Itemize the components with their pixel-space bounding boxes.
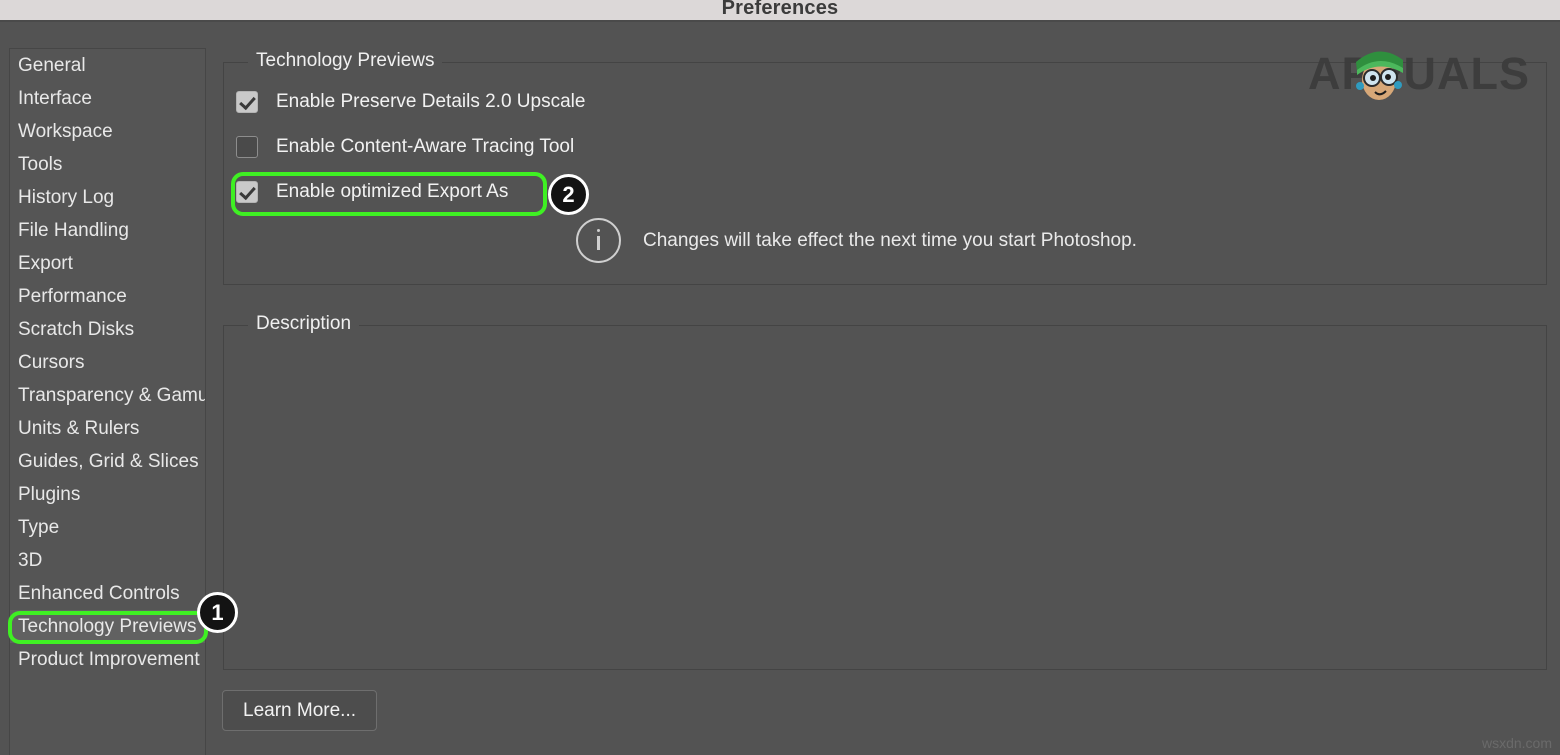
sidebar-item-units-rulers[interactable]: Units & Rulers: [10, 412, 205, 445]
sidebar-item-cursors[interactable]: Cursors: [10, 346, 205, 379]
checkbox-label: Enable Preserve Details 2.0 Upscale: [276, 91, 586, 112]
sidebar-item-technology-previews[interactable]: Technology Previews: [10, 610, 205, 643]
sidebar-item-type[interactable]: Type: [10, 511, 205, 544]
sidebar-item-label: Technology Previews: [18, 616, 197, 637]
restart-notice-text: Changes will take effect the next time y…: [643, 229, 1137, 251]
window-title: Preferences: [721, 0, 839, 19]
description-group-label: Description: [248, 313, 360, 335]
sidebar-item-scratch-disks[interactable]: Scratch Disks: [10, 313, 205, 346]
sidebar-item-history-log[interactable]: History Log: [10, 181, 205, 214]
checkbox-enable-optimized-export-as[interactable]: Enable optimized Export As: [236, 177, 508, 207]
sidebar-item-label: Interface: [18, 88, 92, 109]
sidebar-item-label: Product Improvement: [18, 649, 200, 670]
sidebar-item-plugins[interactable]: Plugins: [10, 478, 205, 511]
checkbox-checked-icon[interactable]: [236, 91, 258, 113]
checkbox-enable-content-aware-tracing-tool[interactable]: Enable Content-Aware Tracing Tool: [236, 132, 574, 162]
sidebar-item-export[interactable]: Export: [10, 247, 205, 280]
info-circle-icon: [576, 218, 621, 263]
restart-notice: Changes will take effect the next time y…: [576, 218, 1137, 263]
annotation-badge-1: 1: [197, 592, 238, 633]
sidebar-item-interface[interactable]: Interface: [10, 82, 205, 115]
sidebar-item-performance[interactable]: Performance: [10, 280, 205, 313]
sidebar-item-label: Tools: [18, 154, 63, 175]
sidebar-item-label: Plugins: [18, 484, 81, 505]
sidebar-item-label: Transparency & Gamut: [18, 385, 206, 406]
sidebar-item-3d[interactable]: 3D: [10, 544, 205, 577]
checkbox-label: Enable Content-Aware Tracing Tool: [276, 136, 575, 157]
sidebar-item-product-improvement[interactable]: Product Improvement: [10, 643, 205, 676]
sidebar-item-label: Enhanced Controls: [18, 583, 180, 604]
sidebar-item-label: File Handling: [18, 220, 129, 241]
checkbox-unchecked-icon[interactable]: [236, 136, 258, 158]
preferences-window: Preferences General Interface Workspace Too…: [0, 0, 1560, 755]
sidebar-item-label: General: [18, 55, 86, 76]
sidebar-item-label: History Log: [18, 187, 115, 208]
sidebar-item-guides-grid-slices[interactable]: Guides, Grid & Slices: [10, 445, 205, 478]
site-watermark: wsxdn.com: [1481, 735, 1552, 751]
sidebar-item-label: Cursors: [18, 352, 85, 373]
sidebar-item-enhanced-controls[interactable]: Enhanced Controls: [10, 577, 205, 610]
sidebar-item-workspace[interactable]: Workspace: [10, 115, 205, 148]
window-titlebar: Preferences: [0, 0, 1560, 22]
sidebar-item-label: Type: [18, 517, 60, 538]
sidebar-item-label: Units & Rulers: [18, 418, 140, 439]
sidebar-item-label: 3D: [18, 550, 43, 571]
description-group: Description: [223, 313, 1547, 670]
sidebar-item-label: Scratch Disks: [18, 319, 135, 340]
sidebar-item-transparency-gamut[interactable]: Transparency & Gamut: [10, 379, 205, 412]
checkbox-enable-preserve-details-upscale[interactable]: Enable Preserve Details 2.0 Upscale: [236, 87, 585, 117]
sidebar-item-file-handling[interactable]: File Handling: [10, 214, 205, 247]
technology-previews-group-label: Technology Previews: [248, 50, 443, 72]
sidebar-item-label: Workspace: [18, 121, 113, 142]
sidebar-item-label: Guides, Grid & Slices: [18, 451, 199, 472]
sidebar-item-label: Export: [18, 253, 73, 274]
preferences-category-list[interactable]: General Interface Workspace Tools History Lo…: [9, 48, 206, 755]
sidebar-item-label: Performance: [18, 286, 127, 307]
annotation-badge-2: 2: [548, 174, 589, 215]
learn-more-button[interactable]: Learn More...: [222, 690, 377, 731]
checkbox-label: Enable optimized Export As: [276, 181, 509, 202]
checkbox-checked-icon[interactable]: [236, 181, 258, 203]
sidebar-item-tools[interactable]: Tools: [10, 148, 205, 181]
sidebar-item-general[interactable]: General: [10, 49, 205, 82]
